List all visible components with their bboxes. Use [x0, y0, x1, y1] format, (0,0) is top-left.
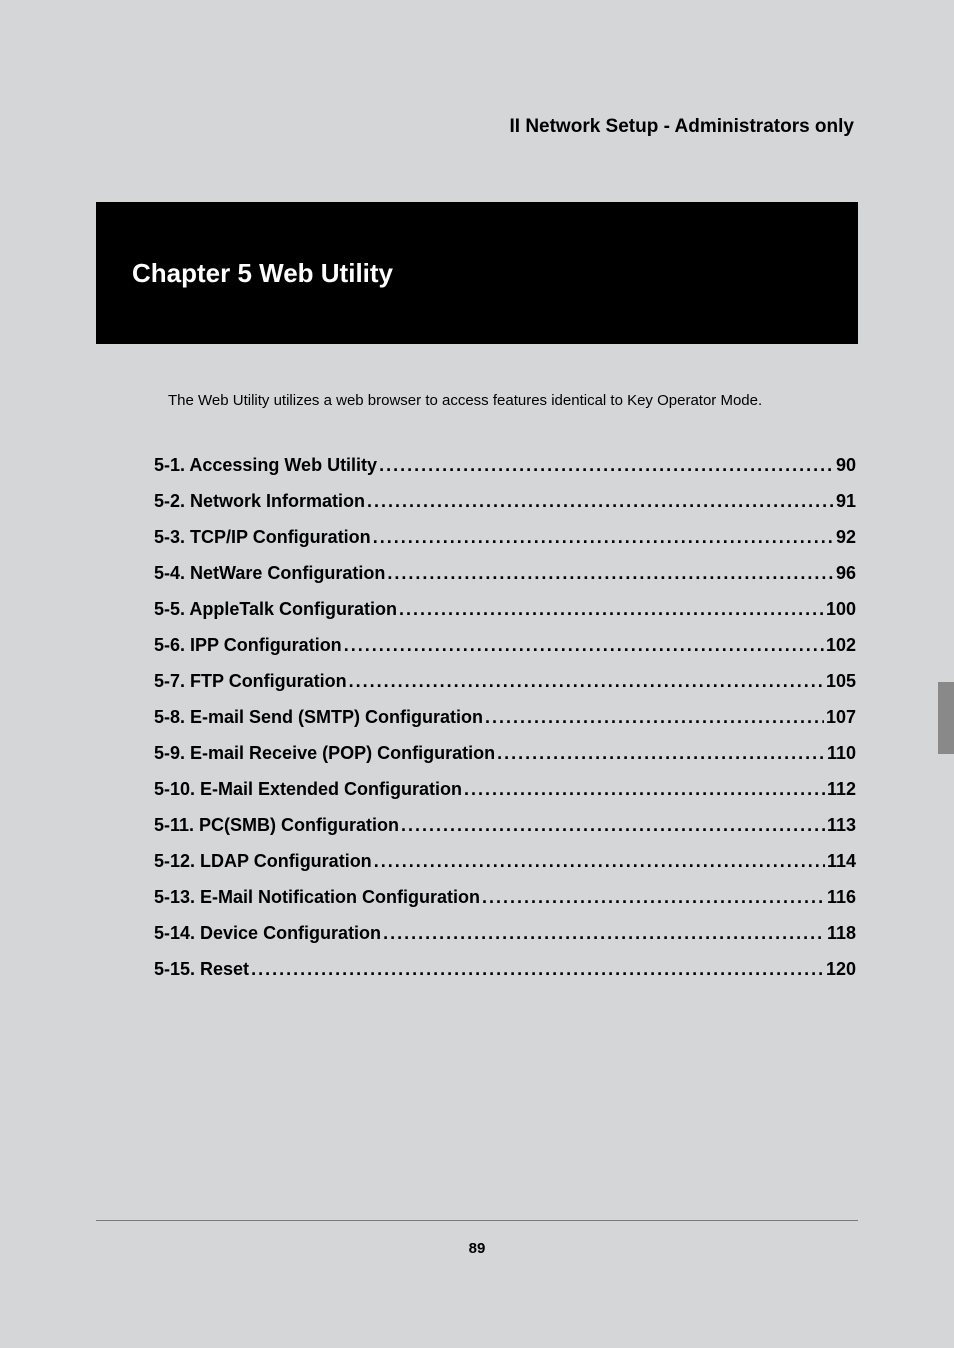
toc-page-number: 110: [827, 743, 856, 764]
toc-title: 5-9. E-mail Receive (POP) Configuration: [154, 743, 495, 764]
toc-title: 5-2. Network Information: [154, 491, 365, 512]
toc-entry: 5-7. FTP Configuration 105: [154, 671, 856, 692]
section-tab-marker: [938, 682, 954, 754]
toc-entry: 5-1. Accessing Web Utility 90: [154, 455, 856, 476]
toc-entry: 5-9. E-mail Receive (POP) Configuration …: [154, 743, 856, 764]
toc-page-number: 114: [827, 851, 856, 872]
toc-entry: 5-10. E-Mail Extended Configuration 112: [154, 779, 856, 800]
toc-entry: 5-14. Device Configuration 118: [154, 923, 856, 944]
toc-entry: 5-2. Network Information 91: [154, 491, 856, 512]
toc-leader-dots: [367, 491, 834, 512]
toc-page-number: 92: [836, 527, 856, 548]
toc-title: 5-10. E-Mail Extended Configuration: [154, 779, 462, 800]
toc-entry: 5-4. NetWare Configuration 96: [154, 563, 856, 584]
toc-title: 5-6. IPP Configuration: [154, 635, 342, 656]
document-page: II Network Setup - Administrators only C…: [96, 0, 858, 995]
toc-leader-dots: [344, 635, 824, 656]
toc-leader-dots: [387, 563, 834, 584]
toc-title: 5-15. Reset: [154, 959, 249, 980]
toc-leader-dots: [464, 779, 825, 800]
toc-entry: 5-5. AppleTalk Configuration 100: [154, 599, 856, 620]
toc-page-number: 91: [836, 491, 856, 512]
toc-title: 5-3. TCP/IP Configuration: [154, 527, 371, 548]
toc-title: 5-7. FTP Configuration: [154, 671, 347, 692]
toc-title: 5-11. PC(SMB) Configuration: [154, 815, 399, 836]
toc-leader-dots: [399, 599, 824, 620]
toc-page-number: 90: [836, 455, 856, 476]
toc-leader-dots: [251, 959, 824, 980]
toc-entry: 5-13. E-Mail Notification Configuration …: [154, 887, 856, 908]
toc-page-number: 102: [826, 635, 856, 656]
toc-page-number: 112: [827, 779, 856, 800]
toc-page-number: 120: [826, 959, 856, 980]
toc-leader-dots: [383, 923, 825, 944]
toc-leader-dots: [497, 743, 825, 764]
toc-page-number: 105: [826, 671, 856, 692]
intro-paragraph: The Web Utility utilizes a web browser t…: [168, 392, 858, 409]
section-header: II Network Setup - Administrators only: [96, 116, 858, 138]
toc-leader-dots: [379, 455, 834, 476]
chapter-banner: Chapter 5 Web Utility: [96, 202, 858, 344]
toc-page-number: 118: [827, 923, 856, 944]
toc-page-number: 96: [836, 563, 856, 584]
chapter-title: Chapter 5 Web Utility: [132, 258, 393, 289]
toc-leader-dots: [373, 527, 834, 548]
footer-divider: [96, 1220, 858, 1221]
toc-entry: 5-11. PC(SMB) Configuration 113: [154, 815, 856, 836]
page-number: 89: [0, 1240, 954, 1257]
toc-title: 5-1. Accessing Web Utility: [154, 455, 377, 476]
toc-page-number: 113: [827, 815, 856, 836]
toc-entry: 5-6. IPP Configuration 102: [154, 635, 856, 656]
toc-entry: 5-3. TCP/IP Configuration 92: [154, 527, 856, 548]
toc-leader-dots: [482, 887, 825, 908]
table-of-contents: 5-1. Accessing Web Utility 90 5-2. Netwo…: [154, 455, 856, 980]
toc-page-number: 100: [826, 599, 856, 620]
toc-leader-dots: [401, 815, 825, 836]
toc-title: 5-5. AppleTalk Configuration: [154, 599, 397, 620]
toc-entry: 5-12. LDAP Configuration 114: [154, 851, 856, 872]
toc-leader-dots: [374, 851, 825, 872]
toc-title: 5-12. LDAP Configuration: [154, 851, 372, 872]
toc-title: 5-13. E-Mail Notification Configuration: [154, 887, 480, 908]
toc-leader-dots: [349, 671, 824, 692]
toc-leader-dots: [485, 707, 824, 728]
toc-entry: 5-8. E-mail Send (SMTP) Configuration 10…: [154, 707, 856, 728]
toc-page-number: 116: [827, 887, 856, 908]
toc-title: 5-8. E-mail Send (SMTP) Configuration: [154, 707, 483, 728]
toc-title: 5-4. NetWare Configuration: [154, 563, 385, 584]
toc-page-number: 107: [826, 707, 856, 728]
toc-title: 5-14. Device Configuration: [154, 923, 381, 944]
toc-entry: 5-15. Reset 120: [154, 959, 856, 980]
